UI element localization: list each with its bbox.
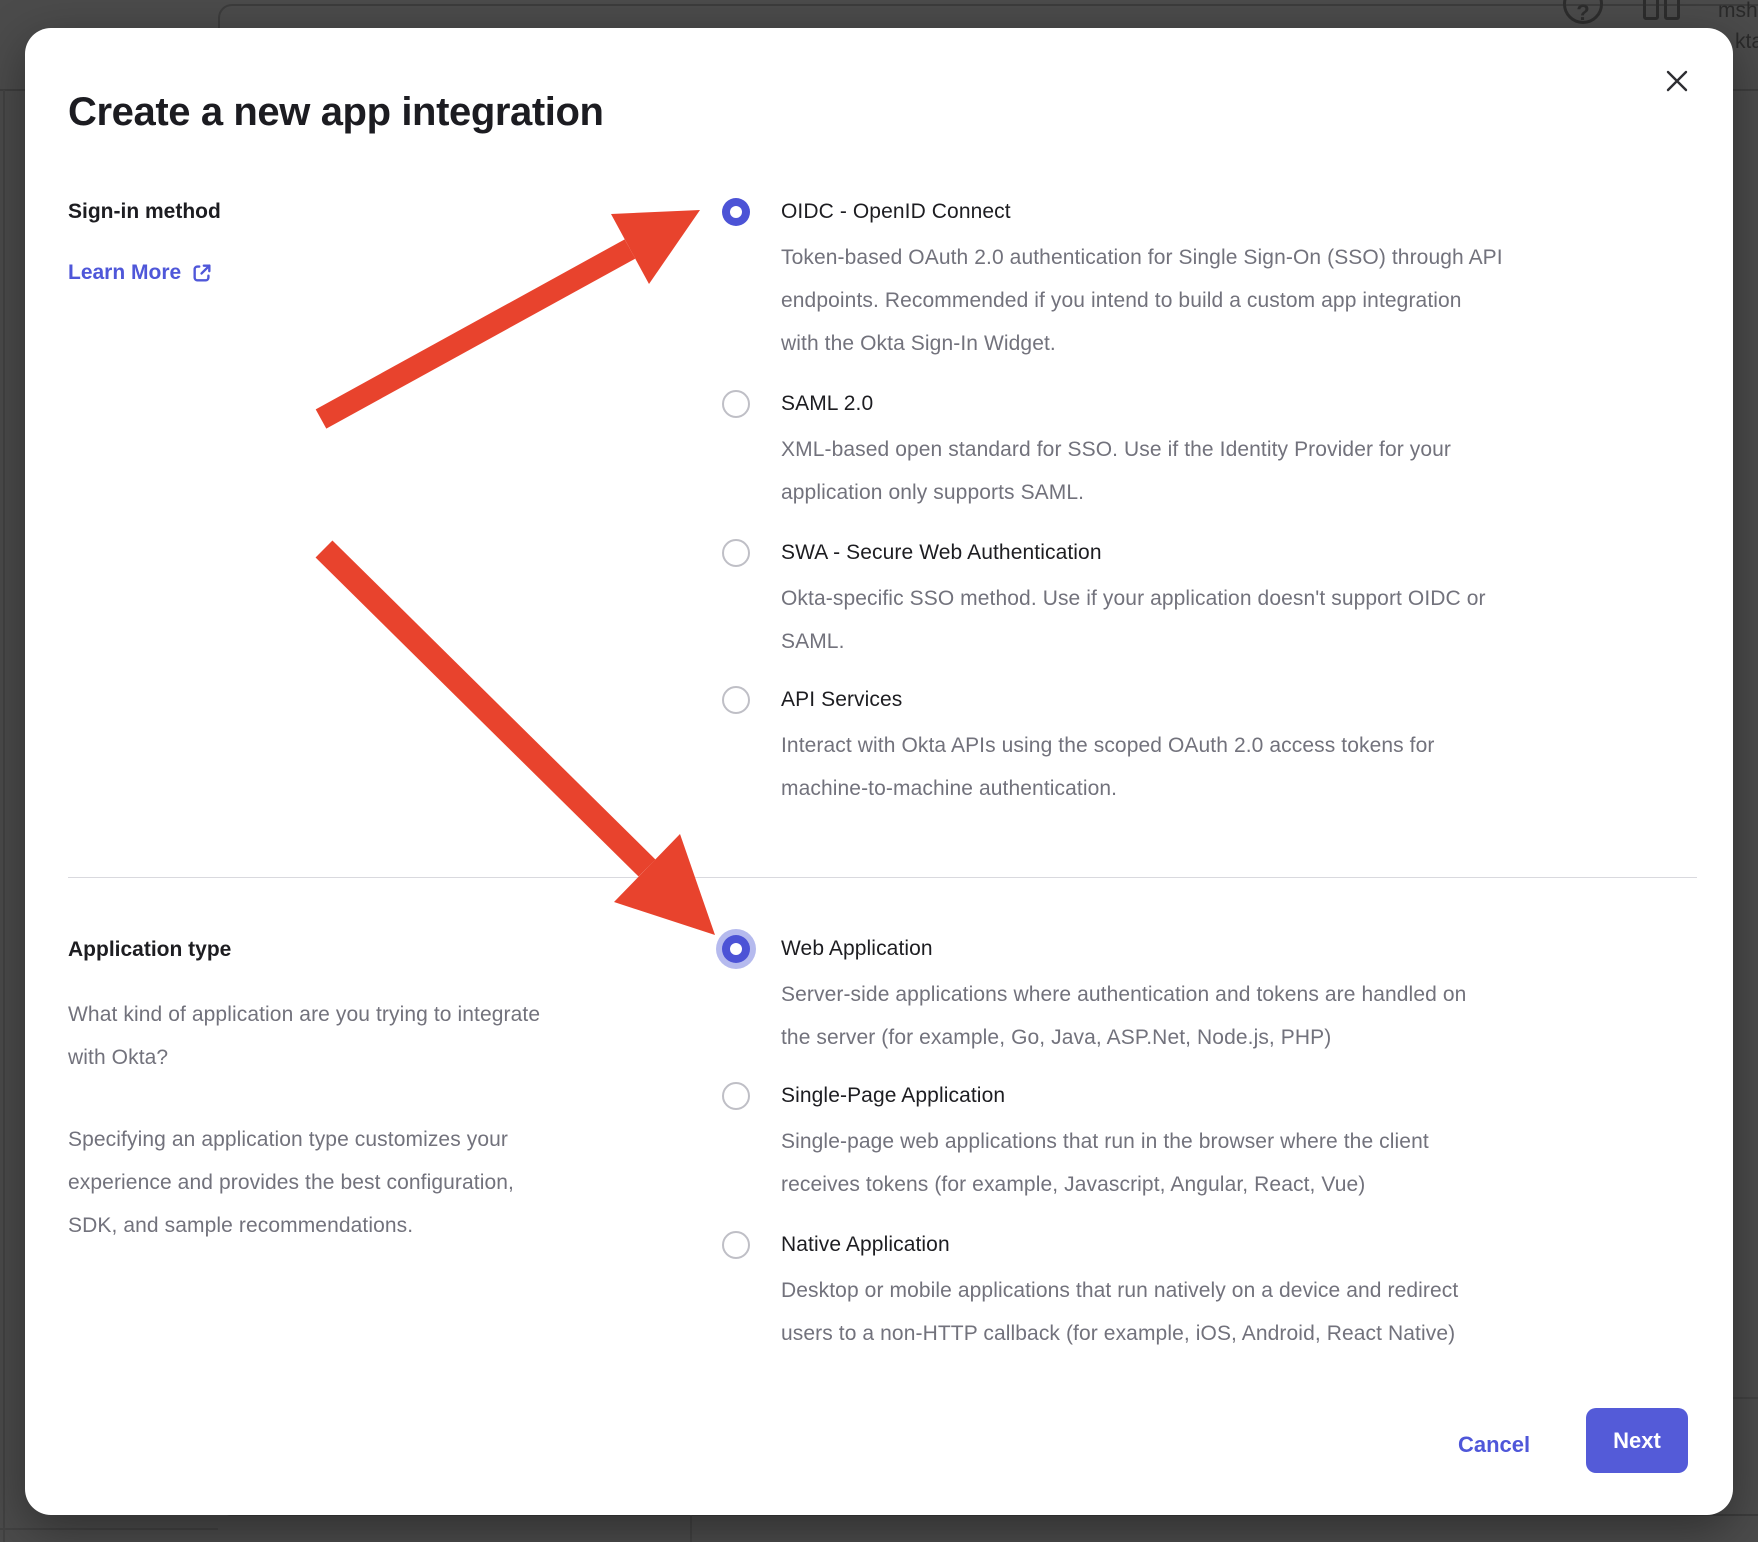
option-description: Single-page web applications that run in… (781, 1120, 1429, 1206)
radio-option-single-page-application[interactable]: Single-Page Application Single-page web … (722, 1082, 1429, 1206)
option-title: Web Application (781, 935, 1466, 963)
close-icon (1662, 66, 1692, 96)
application-type-explanation: Specifying an application type customize… (68, 1118, 708, 1247)
learn-more-label: Learn More (68, 261, 181, 285)
close-button[interactable] (1662, 66, 1692, 96)
option-title: API Services (781, 686, 1434, 714)
external-link-icon (191, 262, 213, 284)
create-app-integration-dialog: Create a new app integration Sign-in met… (25, 28, 1733, 1515)
next-button[interactable]: Next (1586, 1408, 1688, 1473)
radio-unselected-icon[interactable] (722, 539, 750, 567)
radio-option-web-application[interactable]: Web Application Server-side applications… (722, 935, 1466, 1059)
account-name-fragment: kta (1735, 30, 1758, 54)
signin-method-label: Sign-in method (68, 198, 221, 226)
radio-option-saml[interactable]: SAML 2.0 XML-based open standard for SSO… (722, 390, 1451, 514)
account-name-fragment: msh (1718, 0, 1758, 23)
radio-unselected-icon[interactable] (722, 1082, 750, 1110)
radio-unselected-icon[interactable] (722, 1231, 750, 1259)
background-right-border (1733, 1397, 1758, 1399)
radio-option-native-application[interactable]: Native Application Desktop or mobile app… (722, 1231, 1458, 1355)
radio-selected-icon[interactable] (722, 198, 750, 226)
radio-option-oidc[interactable]: OIDC - OpenID Connect Token-based OAuth … (722, 198, 1503, 365)
background-sidebar-border (3, 90, 5, 1542)
application-type-question: What kind of application are you trying … (68, 993, 708, 1079)
option-title: SWA - Secure Web Authentication (781, 539, 1486, 567)
option-title: OIDC - OpenID Connect (781, 198, 1503, 226)
option-title: SAML 2.0 (781, 390, 1451, 418)
radio-selected-icon[interactable] (722, 935, 750, 963)
option-description: Interact with Okta APIs using the scoped… (781, 724, 1434, 810)
option-title: Native Application (781, 1231, 1458, 1259)
radio-unselected-icon[interactable] (722, 390, 750, 418)
option-description: Okta-specific SSO method. Use if your ap… (781, 577, 1486, 663)
option-description: Desktop or mobile applications that run … (781, 1269, 1458, 1355)
screen: ? msh kta Create a new app integration S… (0, 0, 1758, 1542)
dialog-title: Create a new app integration (68, 90, 604, 135)
radio-option-swa[interactable]: SWA - Secure Web Authentication Okta-spe… (722, 539, 1486, 663)
option-description: Token-based OAuth 2.0 authentication for… (781, 236, 1503, 365)
radio-option-api-services[interactable]: API Services Interact with Okta APIs usi… (722, 686, 1434, 810)
app-switcher-icon (1643, 0, 1683, 24)
option-description: Server-side applications where authentic… (781, 973, 1466, 1059)
cancel-button[interactable]: Cancel (1458, 1432, 1530, 1458)
background-footer-border (0, 1528, 218, 1530)
application-type-label: Application type (68, 936, 231, 964)
option-description: XML-based open standard for SSO. Use if … (781, 428, 1451, 514)
learn-more-link[interactable]: Learn More (68, 261, 213, 285)
radio-unselected-icon[interactable] (722, 686, 750, 714)
option-title: Single-Page Application (781, 1082, 1429, 1110)
section-divider (68, 877, 1697, 878)
